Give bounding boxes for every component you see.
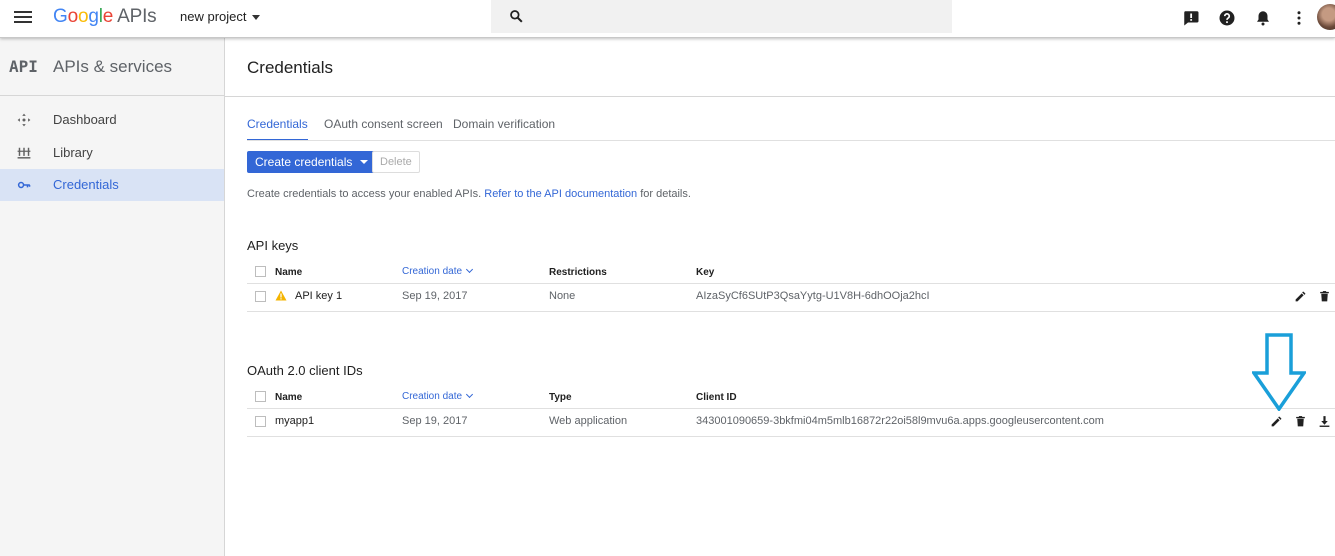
divider (247, 311, 1335, 312)
delete-icon[interactable] (1318, 290, 1331, 303)
key-icon (17, 181, 31, 189)
select-all-checkbox[interactable] (255, 391, 266, 402)
sidebar-item-label: Dashboard (53, 112, 117, 127)
notifications-icon[interactable] (1254, 9, 1272, 27)
row-checkbox[interactable] (255, 291, 266, 302)
edit-icon[interactable] (1294, 290, 1307, 303)
restrictions: None (549, 290, 576, 302)
tab-credentials[interactable]: Credentials (247, 117, 308, 141)
client-name[interactable]: myapp1 (275, 415, 314, 427)
api-key-name[interactable]: API key 1 (295, 290, 342, 302)
sidebar-header: API APIs & services (0, 38, 224, 96)
column-header-client-id: Client ID (696, 392, 737, 403)
download-icon[interactable] (1318, 415, 1331, 428)
info-text: Create credentials to access your enable… (247, 188, 691, 200)
oauth-client-ids-title: OAuth 2.0 client IDs (247, 363, 363, 378)
client-id-value: 343001090659-3bkfmi04m5mlb16872r22oi58l9… (696, 415, 1104, 427)
logo-letter: G (53, 6, 68, 27)
search-icon[interactable] (509, 9, 523, 23)
column-header-label: Creation date (402, 266, 463, 277)
column-header-type: Type (549, 392, 572, 403)
divider (247, 436, 1335, 437)
api-key-value: AIzaSyCf6SUtP3QsaYytg-U1V8H-6dhOOja2hcI (696, 290, 930, 302)
feedback-icon[interactable] (1182, 9, 1200, 27)
logo-letter: e (102, 6, 114, 27)
page-title: Credentials (247, 58, 333, 77)
library-icon (17, 147, 31, 159)
logo-apis-text: APIs (117, 6, 157, 27)
chevron-down-icon (466, 265, 474, 274)
top-bar: Google APIs new project (0, 0, 1335, 38)
creation-date: Sep 19, 2017 (402, 415, 468, 427)
column-header-name: Name (275, 392, 303, 403)
main-content: Credentials Credentials OAuth consent sc… (225, 38, 1335, 556)
project-name: new project (180, 9, 247, 24)
search-input[interactable] (535, 6, 935, 28)
google-apis-logo[interactable]: Google APIs (53, 6, 157, 28)
sidebar-title: APIs & services (53, 57, 173, 76)
help-icon[interactable] (1218, 9, 1236, 27)
avatar[interactable] (1317, 4, 1335, 30)
chevron-down-icon (466, 390, 474, 399)
annotation-arrow-icon (1252, 333, 1306, 411)
delete-icon[interactable] (1294, 415, 1307, 428)
select-all-checkbox[interactable] (255, 266, 266, 277)
client-type: Web application (549, 415, 628, 427)
column-header-restrictions: Restrictions (549, 267, 607, 278)
sidebar-item-label: Library (53, 145, 93, 160)
project-selector[interactable]: new project (180, 9, 261, 24)
column-header-creation-date[interactable]: Creation date (402, 390, 474, 402)
sidebar-item-library[interactable]: Library (0, 137, 224, 169)
edit-icon[interactable] (1270, 415, 1283, 428)
creation-date: Sep 19, 2017 (402, 290, 468, 302)
search-bar[interactable] (491, 0, 952, 33)
create-credentials-label: Create credentials (255, 155, 353, 169)
caret-down-icon (252, 15, 261, 21)
column-header-key: Key (696, 267, 715, 278)
sidebar-item-dashboard[interactable]: Dashboard (0, 104, 224, 136)
info-suffix: for details. (640, 188, 691, 200)
api-mark-icon: API (9, 57, 38, 76)
sidebar-item-label: Credentials (53, 177, 119, 192)
tab-oauth-consent-screen[interactable]: OAuth consent screen (324, 117, 443, 141)
column-header-label: Creation date (402, 391, 463, 402)
menu-icon[interactable] (14, 10, 32, 24)
divider (247, 140, 1335, 141)
column-header-creation-date[interactable]: Creation date (402, 265, 474, 277)
sidebar-item-credentials[interactable]: Credentials (0, 169, 224, 201)
api-keys-title: API keys (247, 238, 299, 253)
divider (225, 96, 1335, 97)
create-credentials-button[interactable]: Create credentials (247, 151, 377, 173)
tab-domain-verification[interactable]: Domain verification (453, 117, 555, 141)
divider (247, 283, 1335, 284)
logo-letter: g (88, 6, 99, 27)
divider (247, 408, 1335, 409)
sidebar: API APIs & services Dashboard Library Cr… (0, 38, 225, 556)
warning-icon (275, 290, 287, 301)
api-documentation-link[interactable]: Refer to the API documentation (484, 188, 637, 200)
more-vert-icon[interactable] (1290, 9, 1308, 27)
delete-button[interactable]: Delete (372, 151, 420, 173)
column-header-name: Name (275, 267, 303, 278)
info-prefix: Create credentials to access your enable… (247, 188, 482, 200)
row-checkbox[interactable] (255, 416, 266, 427)
caret-down-icon (360, 160, 369, 164)
dashboard-icon (17, 113, 31, 127)
logo-letter: o (77, 6, 89, 27)
logo-letter: o (67, 6, 79, 27)
